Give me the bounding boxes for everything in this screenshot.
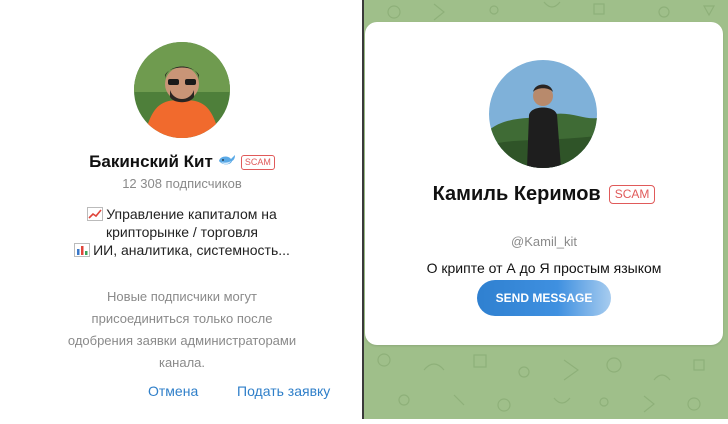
description-text-1: Управление капиталом на (106, 206, 277, 222)
channel-join-dialog: Бакинский Кит SCAM 12 308 подписчиков Уп… (0, 0, 364, 419)
description-line-1: Управление капиталом на (0, 205, 364, 223)
contact-card: Камиль Керимов SCAM @Kamil_kit О крипте … (365, 22, 723, 345)
description-text-3: ИИ, аналитика, системность... (93, 242, 290, 258)
contact-bio: О крипте от А до Я простым языком (426, 260, 662, 276)
channel-avatar-photo (134, 42, 230, 138)
cancel-button[interactable]: Отмена (148, 383, 198, 399)
contact-avatar-photo (489, 60, 597, 168)
description-line-2: крипторынке / торговля (106, 224, 258, 240)
dialog-actions: Отмена Подать заявку (0, 383, 364, 403)
submit-request-button[interactable]: Подать заявку (237, 383, 330, 399)
contact-avatar (489, 60, 597, 168)
whale-icon (218, 153, 236, 172)
contact-name: Камиль Керимов (432, 182, 601, 205)
chart-up-icon (87, 207, 104, 221)
bar-chart-icon (74, 243, 91, 257)
contact-username: @Kamil_kit (511, 234, 577, 249)
channel-avatar (134, 42, 230, 138)
channel-title-row: Бакинский Кит SCAM (0, 150, 364, 174)
channel-description: Управление капиталом на крипторынке / то… (0, 205, 364, 259)
description-line-3: ИИ, аналитика, системность... (0, 241, 364, 259)
join-request-notice: Новые подписчики могут присоединиться то… (67, 289, 297, 370)
send-message-button[interactable]: SEND MESSAGE (477, 280, 611, 316)
scam-badge: SCAM (608, 184, 656, 204)
contact-title-row: Камиль Керимов SCAM (365, 178, 723, 210)
scam-badge: SCAM (240, 154, 275, 170)
channel-name: Бакинский Кит (89, 152, 213, 171)
subscribers-count: 12 308 подписчиков (122, 176, 242, 191)
